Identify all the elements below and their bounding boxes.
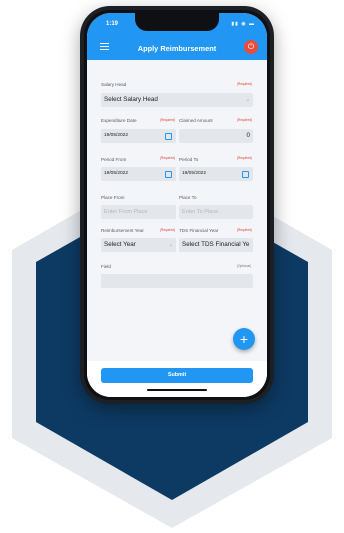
chevron-down-icon: ⌄	[245, 97, 250, 103]
place-to-input[interactable]: Enter To Place	[179, 205, 253, 219]
place-to-placeholder: Enter To Place	[182, 209, 219, 215]
add-button[interactable]: +	[233, 328, 255, 350]
salary-head-value: Select Salary Head	[104, 96, 158, 103]
reimbursement-year-label: Reimbursement Year	[101, 228, 144, 233]
calendar-icon	[165, 133, 172, 140]
app-bar: 1:19 ▮▮ ◉ ▬ Apply Reimbursement ⏻	[87, 13, 267, 60]
claimed-amount-value: 0	[246, 132, 250, 139]
home-indicator	[147, 389, 207, 391]
place-to-label: Place To	[179, 195, 197, 200]
expenditure-date-required: (Required)	[160, 118, 176, 122]
field-input[interactable]	[101, 274, 253, 288]
status-time: 1:19	[106, 21, 119, 27]
period-to-value: 19/05/2022	[182, 171, 207, 176]
reimbursement-year-required: (Required)	[160, 228, 176, 232]
period-from-value: 19/05/2022	[104, 171, 129, 176]
tds-financial-year-required: (Required)	[237, 228, 253, 232]
claimed-amount-field[interactable]: 0	[179, 129, 253, 143]
field-optional: (Optional)	[237, 264, 251, 268]
bottom-bar: Submit	[87, 361, 267, 397]
claimed-amount-required: (Required)	[237, 118, 253, 122]
period-to-label: Period To	[179, 157, 199, 162]
period-from-field[interactable]: 19/05/2022	[101, 167, 176, 181]
power-icon[interactable]: ⏻	[244, 40, 258, 54]
place-from-placeholder: Enter From Place	[104, 209, 148, 215]
place-from-label: Place From	[101, 195, 125, 200]
place-from-input[interactable]: Enter From Place	[101, 205, 176, 219]
calendar-icon	[165, 171, 172, 178]
salary-head-label: Salary Head	[101, 82, 127, 87]
calendar-icon	[242, 171, 249, 178]
tds-financial-year-select[interactable]: Select TDS Financial Ye	[179, 238, 253, 252]
period-from-label: Period From	[101, 157, 127, 162]
salary-head-required: (Required)	[237, 82, 253, 86]
reimbursement-year-value: Select Year	[104, 241, 136, 248]
tds-financial-year-value: Select TDS Financial Ye	[182, 241, 250, 248]
chevron-down-icon: ⌄	[168, 242, 173, 248]
period-to-required: (Required)	[237, 156, 253, 160]
page-title: Apply Reimbursement	[137, 44, 217, 53]
status-icons: ▮▮ ◉ ▬	[231, 21, 255, 27]
expenditure-date-value: 19/05/2022	[104, 133, 129, 138]
tds-financial-year-label: TDS Financial Year	[179, 228, 219, 233]
phone-frame: 1:19 ▮▮ ◉ ▬ Apply Reimbursement ⏻ Salary…	[80, 6, 274, 404]
period-from-required: (Required)	[160, 156, 176, 160]
reimbursement-year-select[interactable]: Select Year ⌄	[101, 238, 176, 252]
notch	[135, 13, 219, 31]
salary-head-select[interactable]: Select Salary Head ⌄	[101, 93, 253, 107]
period-to-field[interactable]: 19/05/2022	[179, 167, 253, 181]
expenditure-date-field[interactable]: 19/05/2022	[101, 129, 176, 143]
field-label: Field	[101, 264, 111, 269]
expenditure-date-label: Expenditure Date	[101, 118, 137, 123]
app-screen: 1:19 ▮▮ ◉ ▬ Apply Reimbursement ⏻ Salary…	[87, 13, 267, 397]
claimed-amount-label: Claimed Amount	[179, 118, 213, 123]
submit-button[interactable]: Submit	[101, 368, 253, 383]
